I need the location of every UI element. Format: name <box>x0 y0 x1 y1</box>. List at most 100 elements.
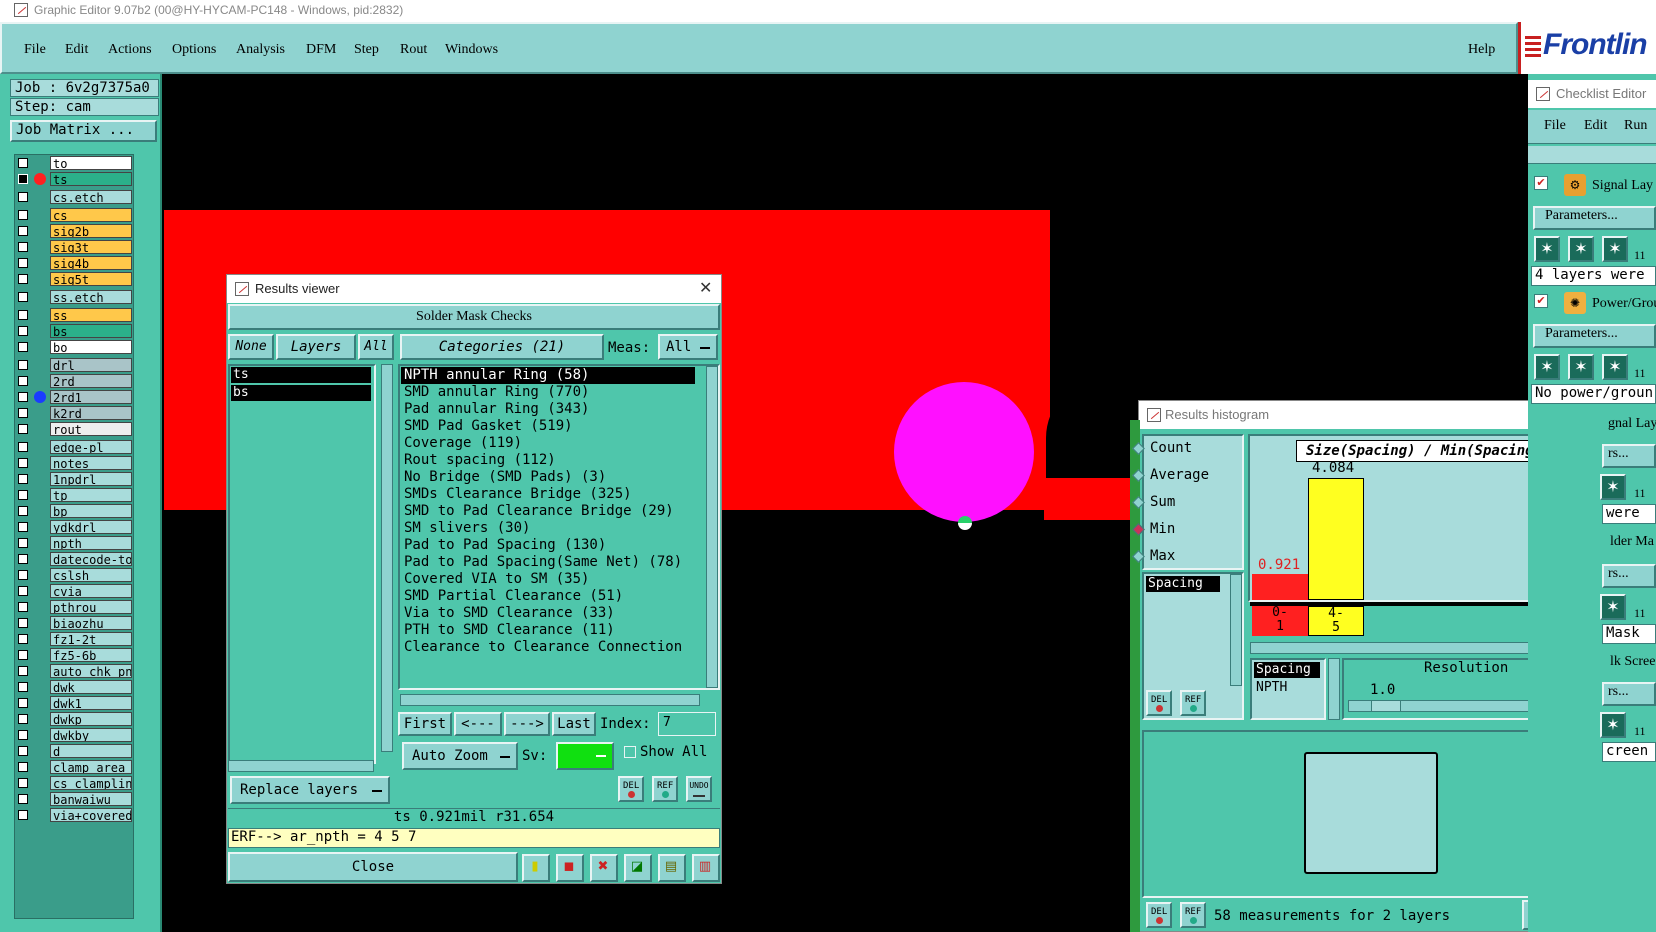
layer-row[interactable]: ss <box>16 308 132 322</box>
layer-row[interactable]: dwkp <box>16 712 132 726</box>
layer-checkbox[interactable] <box>18 714 28 724</box>
categories-button[interactable]: Categories (21) <box>400 334 604 360</box>
category-item[interactable]: Coverage (119) <box>404 435 522 452</box>
mode-count[interactable]: Count <box>1132 440 1192 456</box>
spacing-item[interactable]: Spacing <box>1254 662 1320 678</box>
layer-row[interactable]: cslsh <box>16 568 132 582</box>
layer-checkbox[interactable] <box>18 618 28 628</box>
layer-row[interactable]: ydkdrl <box>16 520 132 534</box>
signal-layers-label[interactable]: Signal Lay <box>1592 178 1653 194</box>
histogram-tool-button[interactable]: ▥ <box>692 854 720 882</box>
npth-item[interactable]: NPTH <box>1256 680 1287 695</box>
close-button[interactable]: Close <box>228 852 518 882</box>
layer-checkbox[interactable] <box>18 424 28 434</box>
signal-layers-label-2[interactable]: gnal Lay <box>1608 416 1656 432</box>
layer-name[interactable]: drl <box>50 358 132 372</box>
silk-screen-label[interactable]: lk Scree <box>1610 654 1655 670</box>
layer-row[interactable]: d <box>16 744 132 758</box>
layer-checkbox[interactable] <box>18 376 28 386</box>
next-button[interactable]: ---> <box>504 712 550 736</box>
layer-row[interactable]: fz1-2t <box>16 632 132 646</box>
category-item[interactable]: Pad annular Ring (343) <box>404 401 589 418</box>
layer-checkbox[interactable] <box>18 506 28 516</box>
layer-name[interactable]: cslsh <box>50 568 132 582</box>
ref-button[interactable]: REF <box>652 776 678 802</box>
cl-menu-edit[interactable]: Edit <box>1584 118 1607 134</box>
first-button[interactable]: First <box>398 712 452 736</box>
layer-row[interactable]: auto_chk_pnl <box>16 664 132 678</box>
rv-tool-3[interactable]: ✖ <box>590 854 618 882</box>
layer-name[interactable]: ydkdrl <box>50 520 132 534</box>
layer-row[interactable]: ss.etch <box>16 290 132 304</box>
layer-checkbox[interactable] <box>18 746 28 756</box>
preview-del-button[interactable]: DEL <box>1146 902 1172 928</box>
layer-checkbox[interactable] <box>18 794 28 804</box>
check-signal-layers[interactable]: ✔ <box>1534 176 1548 190</box>
mode-sum[interactable]: Sum <box>1132 494 1175 510</box>
layer-row[interactable]: rout <box>16 422 132 436</box>
category-item[interactable]: SMD Partial Clearance (51) <box>404 588 623 605</box>
layer-checkbox[interactable] <box>18 666 28 676</box>
menu-actions[interactable]: Actions <box>108 42 152 58</box>
sv-color-dropdown[interactable] <box>556 742 614 770</box>
layer-checkbox[interactable] <box>18 326 28 336</box>
layer-checkbox[interactable] <box>18 650 28 660</box>
layer-row[interactable]: datecode-to <box>16 552 132 566</box>
menu-step[interactable]: Step <box>354 42 379 58</box>
layer-name[interactable]: clamp_area <box>50 760 132 774</box>
layer-name[interactable]: cs <box>50 208 132 222</box>
layer-row[interactable]: dwkby <box>16 728 132 742</box>
menu-file[interactable]: File <box>24 42 46 58</box>
layer-name[interactable]: rout <box>50 422 132 436</box>
layer-checkbox[interactable] <box>18 554 28 564</box>
category-item[interactable]: Covered VIA to SM (35) <box>404 571 589 588</box>
layer-row[interactable]: bo <box>16 340 132 354</box>
check-power-ground[interactable]: ✔ <box>1534 294 1548 308</box>
categories-hscrollbar[interactable] <box>400 694 700 706</box>
layer-name[interactable]: cvia <box>50 584 132 598</box>
layer-name[interactable]: sig2b <box>50 224 132 238</box>
solder-mask-label[interactable]: lder Ma <box>1610 534 1654 550</box>
menu-options[interactable]: Options <box>172 42 216 58</box>
layer-row[interactable]: to <box>16 156 132 170</box>
show-all-checkbox[interactable] <box>624 746 636 758</box>
spacing-list-scrollbar[interactable] <box>1328 658 1340 720</box>
layer-row[interactable]: sig4b <box>16 256 132 270</box>
layer-row[interactable]: drl <box>16 358 132 372</box>
run-action-icon[interactable]: ✶ <box>1600 594 1626 620</box>
layer-name[interactable]: to <box>50 156 132 170</box>
layer-name[interactable]: cs_clampline <box>50 776 132 790</box>
result-layer-item[interactable]: bs <box>231 385 371 401</box>
rv-tool-1[interactable]: ▮ <box>522 854 550 882</box>
layer-name[interactable]: k2rd <box>50 406 132 420</box>
histogram-bar-2[interactable] <box>1308 478 1364 600</box>
layer-name[interactable]: 2rd1 <box>50 390 132 404</box>
undo-button[interactable]: UNDO <box>686 776 712 802</box>
run-action-icon[interactable]: ✶ <box>1568 236 1594 262</box>
layer-row[interactable]: cs <box>16 208 132 222</box>
layer-name[interactable]: datecode-to <box>50 552 132 566</box>
layer-name[interactable]: d <box>50 744 132 758</box>
layer-row[interactable]: tp <box>16 488 132 502</box>
layer-checkbox[interactable] <box>18 210 28 220</box>
solder-mask-checks-header[interactable]: Solder Mask Checks <box>228 304 720 330</box>
del-button[interactable]: DEL <box>618 776 644 802</box>
layer-checkbox[interactable] <box>18 442 28 452</box>
layer-checkbox[interactable] <box>18 360 28 370</box>
layer-row[interactable]: clamp_area <box>16 760 132 774</box>
layer-name[interactable]: dwk <box>50 680 132 694</box>
layer-name[interactable]: dwkby <box>50 728 132 742</box>
replace-layers-dropdown[interactable]: Replace layers <box>230 776 390 804</box>
parameters-button-4[interactable]: rs... <box>1602 564 1656 588</box>
menu-dfm[interactable]: DFM <box>306 42 336 58</box>
layer-row[interactable]: cvia <box>16 584 132 598</box>
category-item[interactable]: Rout spacing (112) <box>404 452 556 469</box>
layer-checkbox[interactable] <box>18 522 28 532</box>
run-action-icon[interactable]: ✶ <box>1602 236 1628 262</box>
rv-tool-2[interactable]: ◼ <box>556 854 584 882</box>
layer-row[interactable]: sig5t <box>16 272 132 286</box>
result-marker[interactable] <box>958 516 972 530</box>
layer-row[interactable]: fz5-6b <box>16 648 132 662</box>
layer-row[interactable]: sig2b <box>16 224 132 238</box>
layer-row[interactable]: 1npdrl <box>16 472 132 486</box>
